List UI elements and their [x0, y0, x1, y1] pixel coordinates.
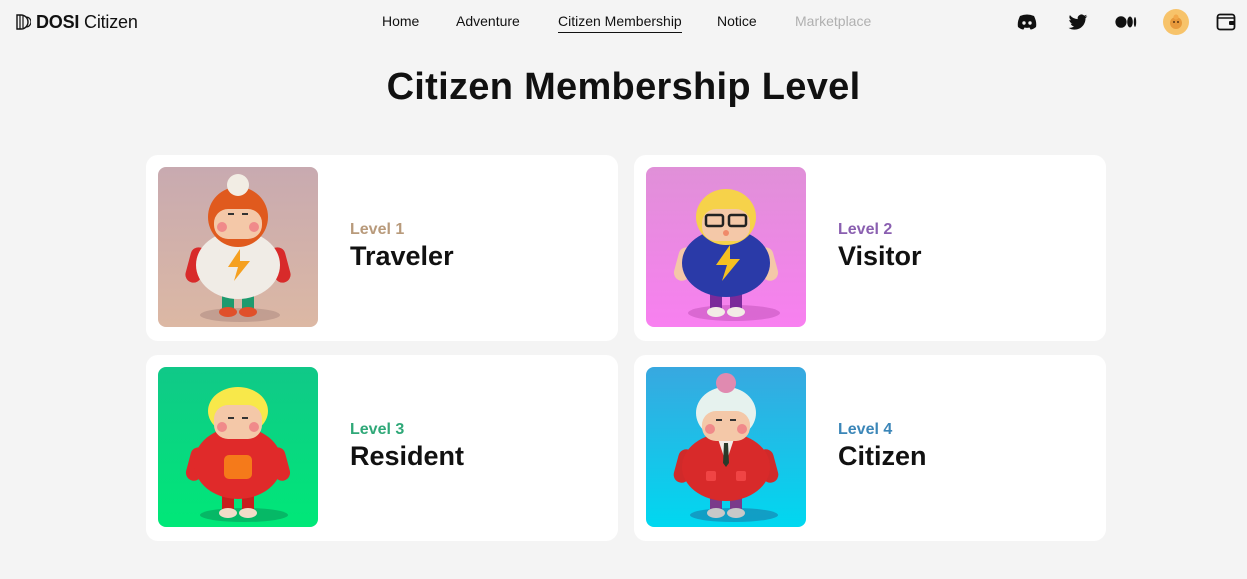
level-card-resident[interactable]: Level 3 Resident: [146, 355, 618, 541]
level-label: Level 4: [838, 421, 893, 438]
level-name: Citizen: [838, 441, 927, 471]
level-label: Level 3: [350, 421, 405, 438]
level-label: Level 2: [838, 221, 893, 238]
citizen-character-image: [646, 367, 806, 527]
level-card-traveler[interactable]: Level 1 Traveler: [146, 155, 618, 341]
profile-avatar[interactable]: [1163, 9, 1189, 35]
discord-icon[interactable]: [1014, 9, 1040, 35]
resident-character-image: [158, 367, 318, 527]
twitter-icon[interactable]: [1065, 9, 1091, 35]
level-card-citizen[interactable]: Level 4 Citizen: [634, 355, 1106, 541]
level-label: Level 1: [350, 221, 405, 238]
level-name: Resident: [350, 441, 465, 471]
level-name: Visitor: [838, 241, 922, 271]
page-title: Citizen Membership Level: [386, 66, 861, 108]
wallet-icon[interactable]: [1213, 9, 1239, 35]
visitor-character-image: [646, 167, 806, 327]
top-navigation-bar: DOSI Citizen Home Adventure Citizen Memb…: [0, 0, 1247, 44]
medium-icon[interactable]: [1113, 9, 1139, 35]
level-name: Traveler: [350, 241, 454, 271]
level-card-visitor[interactable]: Level 2 Visitor: [634, 155, 1106, 341]
header-icons: [0, 9, 1247, 35]
traveler-character-image: [158, 167, 318, 327]
